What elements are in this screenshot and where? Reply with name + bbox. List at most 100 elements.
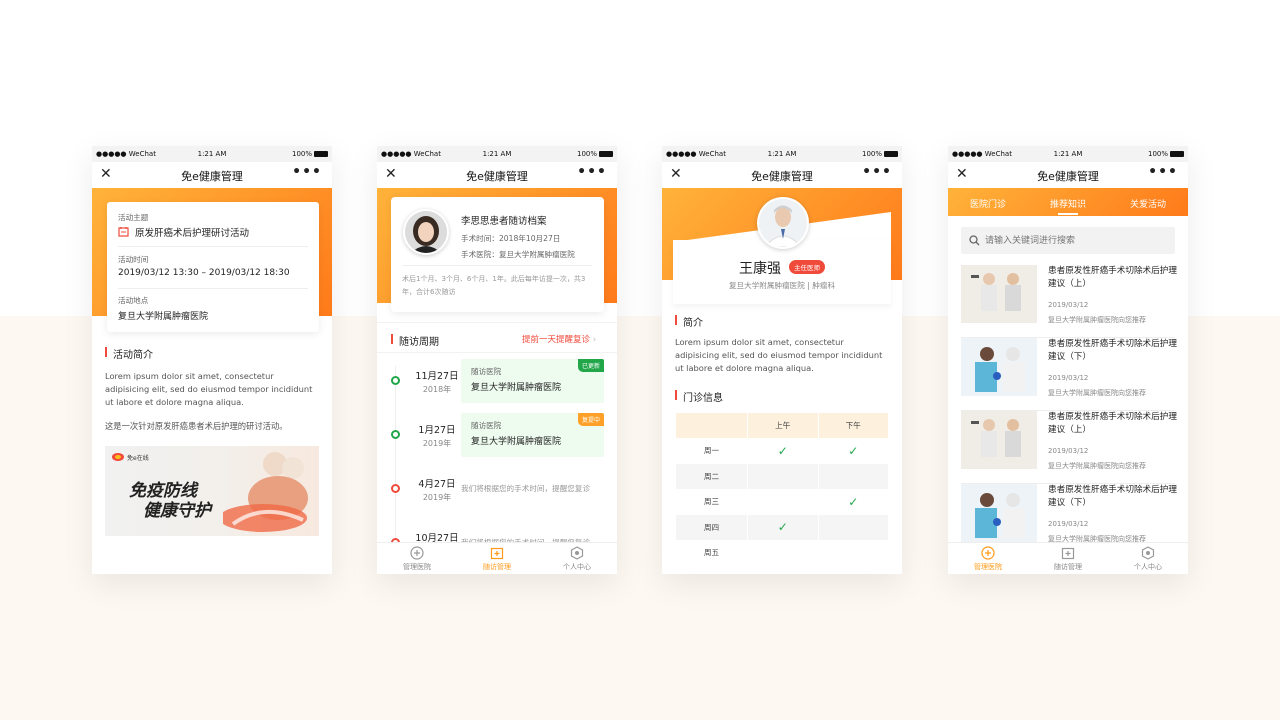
remind-link[interactable]: 提前一天提醒复诊 › xyxy=(522,333,596,345)
banner-logo-text: 免e在线 xyxy=(127,455,149,462)
phone-doctor-profile: ●●●●● WeChat 1:21 AM 100% ✕ 免e健康管理 ••• 王… xyxy=(662,146,902,574)
activity-card: 活动主题 原发肝癌术后护理研讨活动 活动时间 2019/03/12 13:30 … xyxy=(107,202,319,332)
elderly-couple-illustration xyxy=(223,452,308,532)
promo-banner[interactable]: 免e在线 免疫防线 健康守护 xyxy=(105,446,319,536)
timeline-line xyxy=(395,366,396,546)
intro-text: Lorem ipsum dolor sit amet, consectetur … xyxy=(105,371,313,407)
doctor-card: 王康强 主任医师 复旦大学附属肿瘤医院 | 肿瘤科 xyxy=(673,240,891,304)
followup-card-hospital: 复旦大学附属肿瘤医院 xyxy=(471,383,562,393)
tab-profile[interactable]: 个人中心 xyxy=(1108,546,1188,572)
theme-label: 活动主题 xyxy=(118,213,149,222)
patient-name: 李思思患者随访档案 xyxy=(461,216,547,227)
title-badge: 主任医师 xyxy=(789,260,825,274)
patient-avatar xyxy=(403,209,449,255)
divider xyxy=(118,246,308,247)
table-cell-day: 周五 xyxy=(675,539,748,566)
table-header-am: 上午 xyxy=(747,412,819,439)
time-value: 2019/03/12 13:30 – 2019/03/12 18:30 xyxy=(118,268,290,278)
theme-value: 原发肝癌术后护理研讨活动 xyxy=(135,228,250,239)
timeline-dot-pending xyxy=(391,484,400,493)
table-cell-am: ✓ xyxy=(747,437,819,464)
article-date: 2019/03/12 xyxy=(1048,301,1089,309)
tab-clinic[interactable]: 医院门诊 xyxy=(948,197,1028,210)
table-cell-day: 周二 xyxy=(675,463,748,490)
followup-card[interactable]: 随访医院 复旦大学附属肿瘤医院 已更新 xyxy=(461,359,604,403)
timeline-note: 我们将根据您的手术时间，提醒您复诊 xyxy=(461,484,591,493)
status-badge: 复提中 xyxy=(577,413,604,426)
nav-bar: ✕ 免e健康管理 ••• xyxy=(662,162,902,188)
tab-bar: 管理医院 随访管理 个人中心 xyxy=(377,542,617,574)
tab-followup[interactable]: 随访管理 xyxy=(457,546,537,572)
tab-hospital[interactable]: 管理医院 xyxy=(948,546,1028,572)
battery-label: 100% xyxy=(292,150,328,158)
tab-hospital[interactable]: 管理医院 xyxy=(377,546,457,572)
article-source: 复旦大学附属肿瘤医院向您推荐 xyxy=(1048,389,1146,397)
tab-bar: 管理医院 随访管理 个人中心 xyxy=(948,542,1188,574)
article-title: 患者原发性肝癌手术切除术后护理建议（上） xyxy=(1048,266,1177,289)
table-cell-am: ✓ xyxy=(747,514,819,541)
article-source: 复旦大学附属肿瘤医院向您推荐 xyxy=(1048,316,1146,324)
clinic-schedule-table: 上午 下午 周一 ✓ ✓ 周二 周三 ✓ 周四 ✓ 周五 xyxy=(675,412,889,566)
timeline-date: 1月27日 xyxy=(418,425,456,436)
more-icon[interactable]: ••• xyxy=(292,164,322,180)
table-row: 周二 xyxy=(675,463,889,490)
article-item[interactable]: 患者原发性肝癌手术切除术后护理建议（上） 2019/03/12 复旦大学附属肿瘤… xyxy=(961,265,1177,338)
status-badge: 已更新 xyxy=(577,359,604,372)
timeline-year: 2019年 xyxy=(422,439,452,448)
article-item[interactable]: 患者原发性肝癌手术切除术后护理建议（下） 2019/03/12 复旦大学附属肿瘤… xyxy=(961,338,1177,411)
patient-card: 李思思患者随访档案 手术时间：2018年10月27日 手术医院：复旦大学附属肿瘤… xyxy=(391,197,604,312)
hospital-icon xyxy=(410,546,424,560)
more-icon[interactable]: ••• xyxy=(1148,164,1178,180)
calendar-icon xyxy=(118,227,129,237)
intro-heading: 活动简介 xyxy=(105,346,153,361)
followup-icon xyxy=(1061,547,1075,560)
battery-label: 100% xyxy=(862,150,898,158)
table-header-corner xyxy=(675,412,748,439)
tab-care-activity[interactable]: 关爱活动 xyxy=(1108,197,1188,210)
profile-icon xyxy=(570,546,584,560)
tab-profile[interactable]: 个人中心 xyxy=(537,546,617,572)
tab-knowledge[interactable]: 推荐知识 xyxy=(1028,197,1108,210)
article-item[interactable]: 患者原发性肝癌手术切除术后护理建议（上） 2019/03/12 复旦大学附属肿瘤… xyxy=(961,411,1177,484)
status-bar: ●●●●● WeChat 1:21 AM 100% xyxy=(377,146,617,162)
table-row: 周三 ✓ xyxy=(675,488,889,515)
table-cell-pm xyxy=(817,514,889,541)
intro-text: Lorem ipsum dolor sit amet, consectetur … xyxy=(675,337,883,373)
search-icon xyxy=(969,235,980,246)
article-date: 2019/03/12 xyxy=(1048,374,1089,382)
search-input[interactable] xyxy=(985,232,1165,249)
timeline-date: 4月27日 xyxy=(418,479,456,490)
table-row: 周一 ✓ ✓ xyxy=(675,437,889,464)
table-cell-pm xyxy=(817,539,889,566)
doctor-avatar xyxy=(757,197,809,249)
more-icon[interactable]: ••• xyxy=(577,164,607,180)
battery-label: 100% xyxy=(1148,150,1184,158)
tab-followup[interactable]: 随访管理 xyxy=(1028,546,1108,572)
article-title: 患者原发性肝癌手术切除术后护理建议（下） xyxy=(1048,339,1177,362)
followup-icon xyxy=(490,547,504,560)
followup-card-hospital: 复旦大学附属肿瘤医院 xyxy=(471,437,562,447)
followup-card-title: 随访医院 xyxy=(471,367,502,376)
clinic-heading: 门诊信息 xyxy=(675,389,723,404)
cycle-heading: 随访周期 xyxy=(391,333,439,348)
more-icon[interactable]: ••• xyxy=(862,164,892,180)
table-cell-day: 周三 xyxy=(675,488,748,515)
nav-bar: ✕ 免e健康管理 ••• xyxy=(377,162,617,188)
category-tabs: 医院门诊 推荐知识 关爱活动 xyxy=(948,188,1188,216)
followup-card[interactable]: 随访医院 复旦大学附属肿瘤医院 复提中 xyxy=(461,413,604,457)
battery-label: 100% xyxy=(577,150,613,158)
article-date: 2019/03/12 xyxy=(1048,520,1089,528)
divider xyxy=(377,322,617,323)
timeline-date: 11月27日 xyxy=(415,371,459,382)
check-icon: ✓ xyxy=(777,520,788,535)
surgery-hospital: 手术医院：复旦大学附属肿瘤医院 xyxy=(461,250,575,259)
table-header-pm: 下午 xyxy=(817,412,889,439)
intro-heading: 简介 xyxy=(675,314,703,329)
table-cell-am xyxy=(747,488,819,515)
hospital-icon xyxy=(981,546,995,560)
intro-text-cn: 这是一次针对原发肝癌患者术后护理的研讨活动。 xyxy=(105,421,288,431)
table-cell-pm: ✓ xyxy=(817,488,889,515)
phone-activity-detail: ●●●●● WeChat 1:21 AM 100% ✕ 免e健康管理 ••• 活… xyxy=(92,146,332,574)
check-icon: ✓ xyxy=(848,494,859,509)
nav-bar: ✕ 免e健康管理 ••• xyxy=(92,162,332,188)
